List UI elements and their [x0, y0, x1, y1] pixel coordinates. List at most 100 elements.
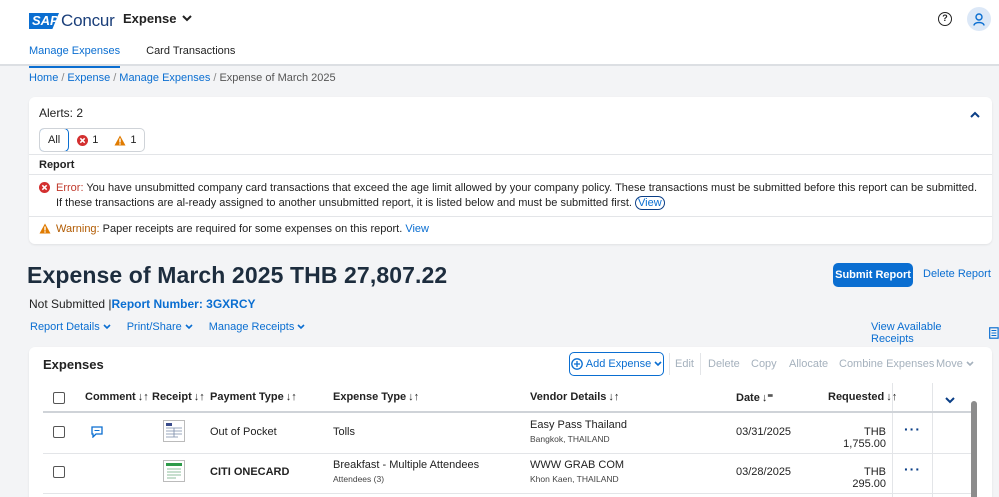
column-label: Comment: [85, 391, 136, 403]
view-receipts-label: View Available Receipts: [871, 321, 942, 345]
breadcrumb-current: Expense of March 2025: [219, 72, 336, 84]
user-profile-button[interactable]: [967, 7, 991, 31]
sort-icon: ↓↑: [408, 391, 420, 403]
divider: [669, 353, 670, 375]
column-header-vendor-details[interactable]: Vendor Details ↓↑: [530, 391, 619, 403]
sort-icon: ↓↑: [285, 391, 297, 403]
vendor-location: Khon Kaen, THAILAND: [530, 474, 619, 484]
combine-expenses-button[interactable]: Combine Expenses: [839, 358, 934, 370]
error-view-link[interactable]: View: [635, 196, 665, 210]
column-header-payment-type[interactable]: Payment Type ↓↑: [210, 391, 297, 403]
sap-logo-mark: SAP: [29, 13, 59, 29]
divider: [43, 411, 973, 413]
add-expense-button[interactable]: Add Expense: [569, 352, 664, 376]
error-count: 1: [92, 134, 99, 146]
column-header-comment[interactable]: Comment ↓↑: [85, 391, 149, 403]
view-available-receipts-button[interactable]: View Available Receipts: [871, 321, 999, 345]
receipt-thumbnail[interactable]: [163, 460, 185, 482]
sort-desc-icon: ↓⁼: [761, 392, 774, 404]
report-status-line: Not Submitted |Report Number: 3GXRCY: [29, 297, 256, 311]
vendor-location: Bangkok, THAILAND: [530, 434, 610, 444]
column-header-receipt[interactable]: Receipt ↓↑: [152, 391, 205, 403]
divider: [700, 353, 701, 375]
report-status: Not Submitted: [29, 297, 106, 311]
manage-receipts-menu[interactable]: Manage Receipts: [209, 321, 306, 333]
select-all-checkbox[interactable]: [53, 392, 65, 404]
error-alert: Error: You have unsubmitted company card…: [39, 181, 979, 211]
help-icon[interactable]: ?: [938, 12, 952, 26]
requested-amount: THB 1,755.00: [843, 426, 886, 450]
user-icon: [973, 12, 985, 26]
filter-warnings-button[interactable]: 1: [106, 129, 144, 151]
allocate-button[interactable]: Allocate: [789, 358, 828, 370]
delete-report-button[interactable]: Delete Report: [923, 268, 991, 280]
breadcrumb: Home / Expense / Manage Expenses / Expense of …: [29, 72, 336, 84]
sort-icon: ↓↑: [137, 391, 149, 403]
expense-date: 03/31/2025: [736, 426, 792, 438]
more-actions-icon[interactable]: ···: [904, 421, 921, 437]
tab-manage-expenses[interactable]: Manage Expenses: [29, 45, 121, 68]
attendees-link[interactable]: Attendees (3): [333, 474, 384, 484]
row-checkbox[interactable]: [53, 466, 65, 478]
more-actions-icon[interactable]: ···: [904, 461, 921, 477]
breadcrumb-expense[interactable]: Expense: [67, 72, 110, 84]
expenses-panel: Expenses Add Expense Edit Delete Copy Al…: [29, 347, 992, 497]
column-label: Expense Type: [333, 391, 407, 403]
filter-errors-button[interactable]: 1: [69, 129, 106, 151]
delete-button[interactable]: Delete: [708, 358, 740, 370]
divider: [932, 383, 933, 497]
receipt-thumbnail[interactable]: [163, 420, 185, 442]
warning-count: 1: [130, 134, 137, 146]
divider: [43, 493, 973, 494]
column-label: Requested: [828, 391, 885, 403]
breadcrumb-manage-expenses[interactable]: Manage Expenses: [119, 72, 210, 84]
expense-type: Tolls: [333, 426, 356, 438]
print-share-menu[interactable]: Print/Share: [127, 321, 193, 333]
main-tabs: Manage Expenses Card Transactions: [29, 45, 235, 68]
report-details-menu[interactable]: Report Details: [30, 321, 111, 333]
expenses-title: Expenses: [43, 357, 104, 372]
sort-icon: ↓↑: [608, 391, 620, 403]
row-checkbox[interactable]: [53, 426, 65, 438]
warning-icon: [114, 135, 126, 145]
column-header-date[interactable]: Date ↓⁼: [736, 391, 774, 405]
breadcrumb-home[interactable]: Home: [29, 72, 58, 84]
column-header-requested[interactable]: Requested ↓↑: [828, 391, 897, 403]
table-scrollbar[interactable]: [971, 401, 977, 497]
error-message: You have unsubmitted company card transa…: [56, 182, 978, 209]
product-name: Expense: [123, 11, 177, 26]
alerts-section-label: Report: [39, 159, 75, 171]
warning-message: Paper receipts are required for some exp…: [102, 223, 403, 235]
menu-label: Report Details: [30, 321, 100, 333]
payment-type-link[interactable]: CITI ONECARD: [210, 466, 289, 478]
submit-report-button[interactable]: Submit Report: [833, 263, 913, 287]
alert-filter: All 1 1: [39, 128, 146, 152]
copy-button[interactable]: Copy: [751, 358, 777, 370]
warning-prefix: Warning:: [56, 223, 100, 235]
vendor-name: Easy Pass Thailand: [530, 419, 628, 431]
column-header-expense-type[interactable]: Expense Type ↓↑: [333, 391, 419, 403]
error-icon: [39, 182, 50, 193]
payment-type: Out of Pocket: [210, 426, 277, 438]
comment-icon[interactable]: [91, 426, 103, 441]
sap-concur-logo[interactable]: SAP Concur: [29, 11, 115, 31]
move-button[interactable]: Move: [936, 358, 974, 370]
concur-logo-text: Concur: [61, 11, 115, 30]
menu-label: Manage Receipts: [208, 321, 295, 333]
column-label: Payment Type: [210, 391, 284, 403]
collapse-alerts-button[interactable]: [970, 107, 980, 121]
chevron-down-icon: [182, 15, 193, 22]
warning-alert: Warning: Paper receipts are required for…: [39, 223, 429, 235]
tab-card-transactions[interactable]: Card Transactions: [146, 45, 235, 68]
column-options-button[interactable]: [945, 393, 955, 407]
column-label: Receipt: [152, 391, 192, 403]
alerts-panel: Alerts: 2 All 1 1 Report Error: You have…: [29, 97, 992, 244]
filter-all-button[interactable]: All: [40, 129, 70, 151]
product-switcher[interactable]: Expense: [123, 11, 193, 26]
edit-button[interactable]: Edit: [675, 358, 694, 370]
divider: [29, 216, 992, 217]
chevron-down-icon: [966, 361, 974, 367]
warning-view-link[interactable]: View: [405, 223, 429, 235]
divider: [892, 383, 893, 497]
top-header: SAP Concur Expense ? Manage Expenses Car…: [0, 0, 999, 68]
